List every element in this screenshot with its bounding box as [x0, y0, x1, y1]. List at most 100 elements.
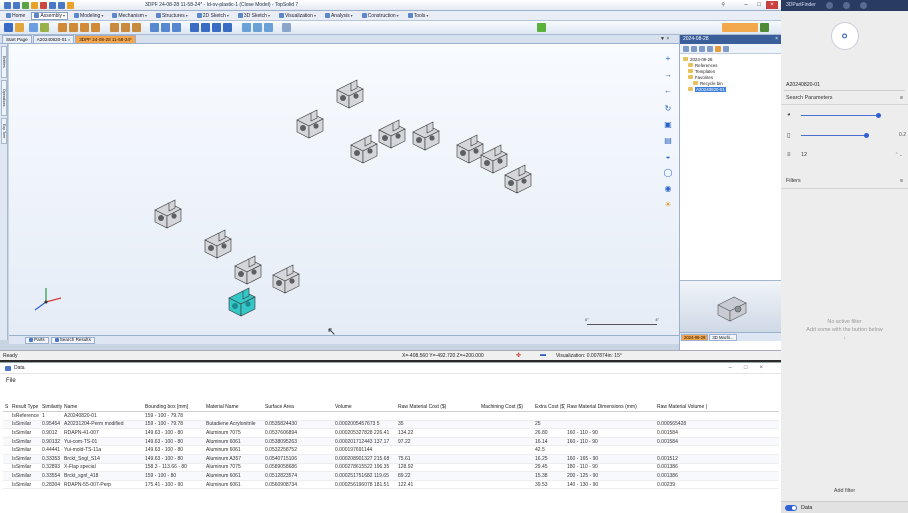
tab-3d-sketch[interactable]: 3D Sketch ▾	[235, 12, 273, 20]
explode-tool-icon[interactable]	[110, 23, 119, 32]
table-row[interactable]: IsSimilar 0.33353 Brckt_Sngl_S14 149.63 - 1…	[3, 454, 779, 464]
result-count-field[interactable]: ≡ 12 ⌃⌄	[781, 145, 908, 165]
section-tool-icon[interactable]	[121, 23, 130, 32]
tab-start-page[interactable]: Start Page	[2, 35, 32, 43]
column-header[interactable]: Bounding box [mm]	[143, 404, 204, 410]
grid-icon[interactable]: ▬	[540, 352, 546, 358]
mirror-tool-icon[interactable]	[80, 23, 89, 32]
stepper-icon[interactable]: ⌃⌄	[895, 152, 903, 158]
tab-construction[interactable]: Construction ▾	[359, 12, 402, 20]
tab-assembly[interactable]: Assembly ▾	[31, 11, 69, 20]
view-front-icon[interactable]	[150, 23, 159, 32]
include-tool-icon[interactable]	[29, 23, 38, 32]
tree-item-selected[interactable]: A20240820-01	[683, 86, 778, 92]
column-header[interactable]: S	[3, 404, 10, 410]
column-header[interactable]: Volume	[333, 404, 396, 410]
rotate-view-icon[interactable]: ↻	[663, 104, 673, 113]
column-header[interactable]: Raw Material Cost ($)	[396, 404, 479, 410]
print-icon[interactable]	[49, 1, 56, 9]
light-icon[interactable]: ☀	[663, 200, 673, 209]
table-row[interactable]: IsSimilar 0.9012 RDAPN-41-007 149.63 - 100 …	[3, 429, 779, 438]
zoom-fit-icon[interactable]: ◯	[663, 168, 673, 177]
settings-sliders-icon[interactable]: ≡	[900, 95, 903, 101]
tab-2d-sketch[interactable]: 2D Sketch ▾	[194, 12, 232, 20]
tab-visualization[interactable]: Visualization ▾	[276, 12, 319, 20]
column-header[interactable]: Material Name	[204, 404, 263, 410]
bracket-part[interactable]	[223, 282, 263, 322]
close-dot-icon[interactable]	[859, 2, 867, 9]
green-tool-icon[interactable]	[537, 23, 546, 32]
new-folder-icon[interactable]	[683, 45, 689, 52]
close-tab-icon[interactable]: ×	[68, 36, 70, 44]
more-tools-icon[interactable]	[282, 23, 291, 32]
pin-icon[interactable]: ▼	[660, 36, 665, 42]
column-header[interactable]: Machining Cost ($)	[479, 404, 533, 410]
bracket-part[interactable]	[267, 259, 307, 299]
rotate-tool-icon[interactable]	[69, 23, 78, 32]
tab-entities[interactable]: Entities	[1, 46, 7, 78]
tab-operations[interactable]: Operations	[1, 80, 7, 116]
data-toggle[interactable]	[785, 504, 797, 511]
tab-parts[interactable]: Parts	[25, 336, 49, 344]
pattern-tool-icon[interactable]	[91, 23, 100, 32]
arrow-right-icon[interactable]: →	[663, 70, 673, 79]
tab-project-date[interactable]: 2024-08-28	[681, 333, 709, 341]
maximize-button[interactable]: □	[753, 1, 765, 9]
part-name-field[interactable]: A20240820-01	[784, 79, 905, 91]
minimize-dot-icon[interactable]	[825, 2, 833, 9]
view-cube-icon[interactable]: ▣	[663, 120, 673, 129]
bracket-part[interactable]	[499, 159, 539, 199]
bracket-part[interactable]	[331, 74, 371, 114]
zoom-in-icon[interactable]: +	[663, 54, 673, 63]
section-view-icon[interactable]: ▤	[663, 136, 673, 145]
hidden-lines-icon[interactable]	[212, 23, 221, 32]
search-box[interactable]: ⚲	[721, 2, 725, 8]
bracket-part[interactable]	[345, 129, 385, 169]
settings-icon[interactable]	[723, 45, 729, 52]
bracket-part[interactable]	[149, 194, 189, 234]
tab-mechanism[interactable]: Mechanism ▾	[109, 12, 150, 20]
wireframe-icon[interactable]	[201, 23, 210, 32]
arrow-left-icon[interactable]: ←	[663, 86, 673, 95]
quick-options-icon[interactable]	[67, 1, 74, 9]
new-icon[interactable]	[22, 1, 29, 9]
shade-icon[interactable]	[190, 23, 199, 32]
close-pane-icon[interactable]: ×	[666, 36, 669, 42]
measure-tool-icon[interactable]	[132, 23, 141, 32]
tab-search-results[interactable]: Search Results	[50, 336, 95, 344]
tab-3d-machining[interactable]: 3D Machi...	[709, 333, 737, 341]
save-icon[interactable]	[13, 1, 20, 9]
favorite-icon[interactable]	[715, 45, 721, 52]
snap-icon[interactable]: ✤	[516, 352, 521, 359]
move-tool-icon[interactable]	[58, 23, 67, 32]
bracket-part[interactable]	[407, 116, 447, 156]
process-tool-icon[interactable]	[760, 23, 769, 32]
properties-icon[interactable]	[58, 1, 65, 9]
tab-results-document[interactable]: 3DPF 24-08-28 11-58-24*	[75, 35, 136, 43]
close-panel-icon[interactable]: ×	[775, 35, 778, 44]
maximize-dot-icon[interactable]	[842, 2, 850, 9]
table-row[interactable]: IsSimilar 0.28304 RDAPN-55-007-Perp 175.41 …	[3, 481, 779, 490]
bracket-part[interactable]	[291, 104, 331, 144]
constraint-tool-icon[interactable]	[40, 23, 49, 32]
column-header[interactable]: Similarity	[40, 404, 62, 410]
edges-icon[interactable]	[223, 23, 232, 32]
filters-settings-icon[interactable]: ≡	[900, 178, 903, 184]
search-project-icon[interactable]	[707, 45, 713, 52]
column-header[interactable]: Surface Area	[263, 404, 333, 410]
data-window-controls[interactable]: –□×	[729, 365, 775, 371]
tab-home[interactable]: Home	[3, 12, 28, 20]
column-header[interactable]: Raw Material Volume (	[655, 404, 779, 410]
refresh-icon[interactable]	[699, 45, 705, 52]
redo-icon[interactable]	[40, 1, 47, 9]
shape-weight-slider[interactable]: ◕	[781, 105, 908, 125]
undo-icon[interactable]	[31, 1, 38, 9]
display-mode-icon[interactable]: ◒	[663, 152, 673, 161]
menu-file[interactable]: File	[0, 374, 781, 388]
add-filter-button[interactable]: Add filter	[781, 488, 908, 494]
table-row[interactable]: IsReference 1 A20240820-01 159 - 100 - 79.7…	[3, 412, 779, 421]
tab-tools[interactable]: Tools ▾	[405, 12, 432, 20]
column-header[interactable]: Extra Cost ($)	[533, 404, 565, 410]
3d-viewport[interactable]: 0" 4" ↖ + → ← ↻ ▣ ▤ ◒ ◯ ◉ ☀	[9, 44, 679, 335]
tab-reference-part[interactable]: A20240820-01 ×	[32, 35, 75, 44]
